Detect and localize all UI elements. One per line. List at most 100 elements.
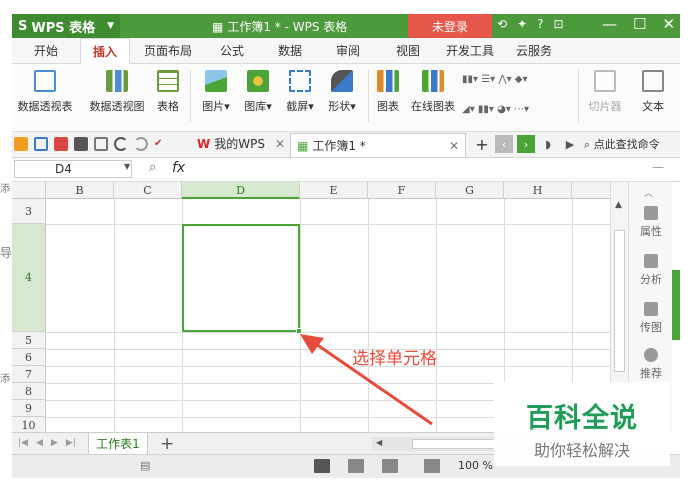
sync-icon[interactable]: ⟲: [497, 17, 507, 31]
tab-workbook[interactable]: ▦ 工作簿1 * ✕: [290, 133, 466, 157]
restore-icon[interactable]: ⊡: [554, 17, 564, 31]
selected-cell-d4[interactable]: [182, 224, 300, 332]
tab-my-wps[interactable]: W 我的WPS ✕: [197, 135, 285, 152]
macro-icon[interactable]: ▤: [140, 459, 150, 472]
open-icon[interactable]: [14, 137, 28, 151]
chevron-down-icon: ▼: [107, 21, 114, 31]
row-header[interactable]: 10: [12, 417, 46, 432]
first-sheet-icon[interactable]: |◀: [18, 438, 28, 448]
tab-review[interactable]: 审阅: [336, 42, 360, 59]
row-header[interactable]: 5: [12, 332, 46, 349]
close-icon[interactable]: ✕: [662, 15, 675, 33]
close-icon[interactable]: ✕: [275, 137, 285, 151]
tab-view[interactable]: 视图: [396, 42, 420, 59]
sidebar-item-analysis[interactable]: 分析: [629, 254, 673, 287]
gallery-button[interactable]: 图库▾: [240, 70, 276, 114]
title-tools: ⟲ ✦ ? ⊡: [497, 17, 564, 31]
last-sheet-icon[interactable]: ▶|: [66, 438, 76, 448]
column-header[interactable]: I: [572, 182, 610, 199]
tab-page-layout[interactable]: 页面布局: [144, 42, 192, 59]
shape-button[interactable]: 形状▾: [324, 70, 360, 114]
tab-developer[interactable]: 开发工具: [446, 42, 494, 59]
add-sheet-button[interactable]: +: [160, 434, 174, 454]
screenshot-button[interactable]: 截屏▾: [282, 70, 318, 114]
app-menu-button[interactable]: S WPS 表格 ▼: [12, 14, 120, 38]
collapse-icon[interactable]: —: [652, 160, 664, 174]
scroll-up-icon[interactable]: ▲: [615, 200, 622, 210]
analysis-icon: [644, 254, 658, 268]
column-header[interactable]: F: [368, 182, 436, 199]
redo-icon[interactable]: [134, 137, 148, 151]
next-sheet-icon[interactable]: ▶: [51, 438, 58, 448]
tab-home[interactable]: 开始: [34, 42, 58, 59]
share-icon[interactable]: ◗: [539, 135, 557, 153]
sheet-tab[interactable]: 工作表1: [88, 433, 148, 455]
next-tab-button[interactable]: ›: [517, 135, 535, 153]
chevron-up-icon[interactable]: ︿: [644, 186, 653, 199]
search-command[interactable]: ⌕ 点此查找命令: [584, 136, 660, 152]
row-header-selected[interactable]: 4: [12, 224, 46, 332]
normal-view-icon[interactable]: [314, 459, 330, 473]
column-header[interactable]: C: [114, 182, 182, 199]
help-button[interactable]: ?: [537, 17, 543, 31]
select-all-corner[interactable]: [12, 182, 46, 199]
slicer-button[interactable]: 切片器: [584, 70, 626, 114]
zoom-search-icon[interactable]: ⌕: [149, 160, 156, 175]
chevron-down-icon: ▾: [266, 100, 272, 113]
close-icon[interactable]: ✕: [449, 139, 459, 153]
sidebar-item-recommend[interactable]: 推荐: [629, 348, 673, 381]
maximize-icon[interactable]: ☐: [633, 15, 646, 33]
pivot-table-button[interactable]: 数据透视表: [14, 70, 76, 114]
skin-icon[interactable]: ✦: [517, 17, 527, 31]
sidebar-item-properties[interactable]: 属性: [629, 206, 673, 239]
new-tab-button[interactable]: +: [473, 135, 491, 154]
chart-type-row-1[interactable]: ▮▮▾ ☰▾ ⋀▾ ◆▾: [462, 74, 527, 85]
column-header[interactable]: B: [46, 182, 114, 199]
scroll-thumb[interactable]: [412, 439, 502, 449]
row-header[interactable]: 6: [12, 349, 46, 366]
column-header-selected[interactable]: D: [182, 182, 300, 199]
tab-cloud[interactable]: 云服务: [516, 42, 552, 59]
table-button[interactable]: 表格: [154, 70, 182, 114]
prev-tab-button[interactable]: ‹: [495, 135, 513, 153]
undo-icon[interactable]: [114, 137, 128, 151]
save-icon[interactable]: [34, 137, 48, 151]
minimize-icon[interactable]: —: [602, 15, 617, 33]
name-box[interactable]: D4: [14, 160, 132, 178]
fx-button[interactable]: fx: [172, 160, 185, 176]
row-header[interactable]: 7: [12, 366, 46, 383]
tab-data[interactable]: 数据: [278, 42, 302, 59]
chart-button[interactable]: 图表: [374, 70, 402, 114]
eye-protection-icon[interactable]: [424, 459, 440, 473]
column-header[interactable]: E: [300, 182, 368, 199]
sidebar-item-upload-image[interactable]: 传图: [629, 302, 673, 335]
flag-icon[interactable]: ▶: [561, 135, 579, 153]
pivot-chart-button[interactable]: 数据透视图: [86, 70, 148, 114]
scroll-left-icon[interactable]: ◀: [376, 438, 382, 447]
chart-type-row-2[interactable]: ◢▾ ▮▮▾ ◕▾ ⋯▾: [462, 104, 529, 115]
text-button[interactable]: 文本: [638, 70, 668, 114]
fill-handle[interactable]: [296, 328, 302, 334]
tab-formulas[interactable]: 公式: [220, 42, 244, 59]
picture-button[interactable]: 图片▾: [198, 70, 234, 114]
tab-insert[interactable]: 插入: [80, 38, 131, 64]
preview-icon[interactable]: [94, 137, 108, 151]
sidebar-expand-tab[interactable]: [672, 270, 680, 340]
print-icon[interactable]: [74, 137, 88, 151]
row-header[interactable]: 3: [12, 199, 46, 224]
row-header[interactable]: 9: [12, 400, 46, 417]
scroll-thumb[interactable]: [614, 230, 625, 372]
reading-view-icon[interactable]: [382, 459, 398, 473]
column-header[interactable]: G: [436, 182, 504, 199]
prev-sheet-icon[interactable]: ◀: [36, 438, 43, 448]
gallery-icon: [247, 70, 269, 92]
column-header[interactable]: H: [504, 182, 572, 199]
row-header[interactable]: 8: [12, 383, 46, 400]
export-pdf-icon[interactable]: [54, 137, 68, 151]
login-button[interactable]: 未登录: [408, 14, 492, 38]
customize-icon[interactable]: ✔: [154, 137, 168, 151]
sheet-nav: |◀ ◀ ▶ ▶|: [18, 438, 76, 448]
page-break-view-icon[interactable]: [348, 459, 364, 473]
chevron-down-icon[interactable]: ▼: [124, 162, 130, 171]
online-chart-button[interactable]: 在线图表: [408, 70, 458, 114]
